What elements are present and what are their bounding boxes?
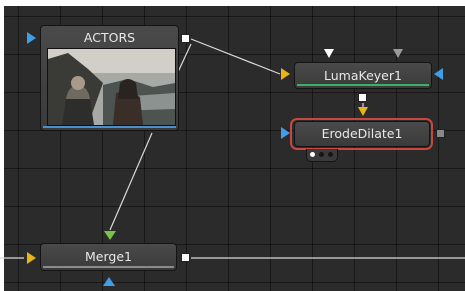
wire-actors-to-lumakeyer (190, 38, 281, 75)
erodedilate-options-dots[interactable] (306, 149, 338, 162)
lumakeyer-input-triangle-top-2[interactable] (393, 49, 403, 58)
merge-output-square[interactable] (181, 253, 190, 262)
lumakeyer-node[interactable]: LumaKeyer1 (294, 62, 432, 89)
actors-node[interactable]: ACTORS (40, 25, 179, 131)
merge-node-color-bar (43, 266, 174, 268)
erodedilate-input-triangle-top[interactable] (358, 107, 368, 116)
erodedilate-node-title: ErodeDilate1 (321, 126, 403, 141)
lumakeyer-input-triangle-left[interactable] (281, 68, 290, 80)
lumakeyer-input-triangle-top-1[interactable] (324, 49, 334, 58)
actors-input-triangle[interactable] (27, 32, 36, 44)
actors-node-color-bar (43, 126, 176, 128)
erodedilate-mask-input-triangle[interactable] (281, 127, 290, 139)
actors-thumbnail-image (47, 48, 176, 126)
lumakeyer-output-square[interactable] (358, 93, 367, 102)
node-editor-canvas[interactable]: ACTORS LumaKeyer1 ErodeDilate1 Merge1 (0, 0, 465, 291)
lumakeyer-node-title: LumaKeyer1 (324, 68, 402, 83)
merge-background-input-triangle[interactable] (27, 252, 36, 264)
lumakeyer-mask-input-triangle[interactable] (434, 68, 443, 80)
merge-node[interactable]: Merge1 (40, 243, 177, 271)
lumakeyer-node-color-bar (297, 84, 429, 86)
actors-output-square[interactable] (181, 34, 190, 43)
dot-3 (328, 152, 333, 157)
merge-node-title: Merge1 (85, 249, 132, 264)
merge-mask-input-triangle[interactable] (103, 277, 115, 286)
dot-2 (319, 152, 324, 157)
merge-foreground-input-triangle[interactable] (104, 231, 116, 240)
erodedilate-output-square[interactable] (436, 129, 445, 138)
actors-node-title: ACTORS (83, 30, 136, 45)
erodedilate-node[interactable]: ErodeDilate1 (294, 121, 430, 147)
dot-1 (310, 152, 315, 157)
wire-actors-to-merge-a (109, 132, 153, 231)
